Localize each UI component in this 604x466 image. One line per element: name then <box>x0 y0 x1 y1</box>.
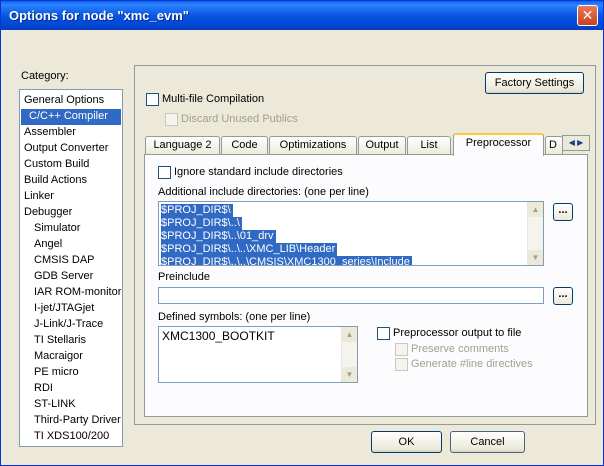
category-item-j-link-j-trace[interactable]: J-Link/J-Trace <box>32 317 105 333</box>
close-icon: ✕ <box>581 7 594 23</box>
tab-output[interactable]: Output <box>358 136 406 155</box>
include-line: $PROJ_DIR$\..\..\XMC_LIB\Header <box>161 243 338 256</box>
scroll-down-icon[interactable]: ▼ <box>342 367 357 382</box>
ignore-standard-include-label: Ignore standard include directories <box>174 166 343 178</box>
defined-symbols-label: Defined symbols: (one per line) <box>158 311 311 323</box>
preprocessor-output-label: Preprocessor output to file <box>393 327 522 339</box>
category-label: Category: <box>21 70 69 82</box>
category-item-rdi[interactable]: RDI <box>32 381 55 397</box>
category-item-ti-stellaris[interactable]: TI Stellaris <box>32 333 88 349</box>
tab-list[interactable]: List <box>407 136 451 155</box>
left-arrow-icon[interactable]: ◀ <box>569 138 575 147</box>
cancel-button[interactable]: Cancel <box>450 431 525 453</box>
category-item-linker[interactable]: Linker <box>22 189 56 205</box>
category-item-build-actions[interactable]: Build Actions <box>22 173 89 189</box>
multifile-checkbox[interactable] <box>146 93 159 106</box>
defined-symbol-line: XMC1300_BOOTKIT <box>162 329 275 343</box>
window-title: Options for node "xmc_evm" <box>9 8 189 23</box>
category-item-assembler[interactable]: Assembler <box>22 125 78 141</box>
factory-settings-button[interactable]: Factory Settings <box>485 72 584 94</box>
scroll-up-icon[interactable]: ▲ <box>342 327 357 342</box>
category-item-third-party-driver[interactable]: Third-Party Driver <box>32 413 123 429</box>
tab-scroll-arrows[interactable]: ◀ ▶ <box>562 135 590 151</box>
right-arrow-icon[interactable]: ▶ <box>577 138 583 147</box>
include-browse-button[interactable]: ... <box>553 203 573 221</box>
category-item-iar-rom-monitor[interactable]: IAR ROM-monitor <box>32 285 123 301</box>
title-bar[interactable]: Options for node "xmc_evm" ✕ <box>1 1 603 30</box>
defined-symbols-textarea[interactable]: XMC1300_BOOTKIT ▲ ▼ <box>158 326 358 383</box>
category-item-custom-build[interactable]: Custom Build <box>22 157 91 173</box>
preserve-comments-checkbox <box>395 343 408 356</box>
preinclude-label: Preinclude <box>158 271 210 283</box>
ok-button[interactable]: OK <box>371 431 442 453</box>
category-item-output-converter[interactable]: Output Converter <box>22 141 110 157</box>
include-line: $PROJ_DIR$\..\..\CMSIS\XMC1300_series\In… <box>161 256 412 265</box>
scroll-up-icon[interactable]: ▲ <box>528 202 543 217</box>
category-item-st-link[interactable]: ST-LINK <box>32 397 78 413</box>
scroll-down-icon[interactable]: ▼ <box>528 250 543 265</box>
category-item-debugger[interactable]: Debugger <box>22 205 74 221</box>
generate-line-directives-checkbox <box>395 358 408 371</box>
include-dirs-textarea[interactable]: $PROJ_DIR$\ $PROJ_DIR$\..\ $PROJ_DIR$\..… <box>158 201 544 266</box>
preinclude-browse-button[interactable]: ... <box>553 287 573 305</box>
category-list[interactable]: General Options C/C++ Compiler Assembler Ou… <box>19 89 123 447</box>
options-dialog: Options for node "xmc_evm" ✕ Category: G… <box>0 0 604 466</box>
category-item-ti-xds100-200[interactable]: TI XDS100/200 <box>32 429 111 445</box>
preserve-comments-label: Preserve comments <box>411 343 509 355</box>
include-line: $PROJ_DIR$\..\01_drv <box>161 230 276 243</box>
defined-symbols-scrollbar[interactable]: ▲ ▼ <box>341 327 357 382</box>
include-line: $PROJ_DIR$\..\ <box>161 217 242 230</box>
tab-code[interactable]: Code <box>221 136 268 155</box>
category-item-i-jet-jtagjet[interactable]: I-jet/JTAGjet <box>32 301 96 317</box>
category-item-simulator[interactable]: Simulator <box>32 221 82 237</box>
discard-unused-checkbox <box>165 113 178 126</box>
category-item-cmsis-dap[interactable]: CMSIS DAP <box>32 253 97 269</box>
discard-unused-label: Discard Unused Publics <box>181 113 298 125</box>
ignore-standard-include-checkbox[interactable] <box>158 166 171 179</box>
category-item-gdb-server[interactable]: GDB Server <box>32 269 95 285</box>
include-scrollbar[interactable]: ▲ ▼ <box>527 202 543 265</box>
preinclude-input[interactable] <box>158 287 544 304</box>
include-dirs-label: Additional include directories: (one per… <box>158 186 369 198</box>
tab-optimizations[interactable]: Optimizations <box>269 136 357 155</box>
multifile-label: Multi-file Compilation <box>162 93 265 105</box>
category-item-pe-micro[interactable]: PE micro <box>32 365 81 381</box>
include-line: $PROJ_DIR$\ <box>161 204 233 217</box>
category-item-macraigor[interactable]: Macraigor <box>32 349 85 365</box>
close-button[interactable]: ✕ <box>577 5 598 26</box>
category-item-angel[interactable]: Angel <box>32 237 64 253</box>
preprocessor-output-checkbox[interactable] <box>377 327 390 340</box>
category-item-c-c-compiler[interactable]: C/C++ Compiler <box>21 109 121 125</box>
tab-language-2[interactable]: Language 2 <box>145 136 220 155</box>
category-item-general-options[interactable]: General Options <box>22 93 106 109</box>
tab-preprocessor[interactable]: Preprocessor <box>453 133 544 156</box>
generate-line-directives-label: Generate #line directives <box>411 358 533 370</box>
tab-diagnostics[interactable]: D <box>545 136 563 155</box>
